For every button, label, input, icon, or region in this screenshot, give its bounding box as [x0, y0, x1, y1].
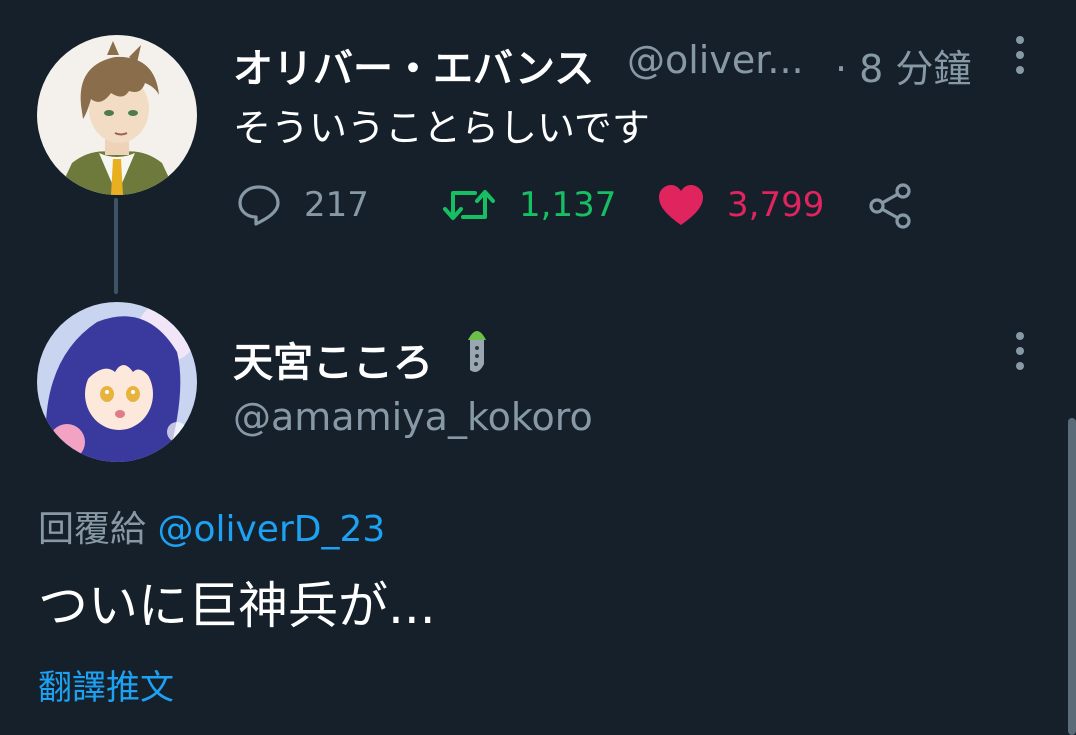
retweet-count: 1,137	[519, 185, 617, 225]
tweet1-more-icon[interactable]	[1015, 36, 1025, 74]
tweet1-handle[interactable]: @oliver...	[627, 38, 804, 82]
reply-count: 217	[304, 185, 369, 225]
translate-tweet-link[interactable]: 翻譯推文	[38, 660, 174, 709]
reply-button[interactable]: 217	[236, 183, 369, 227]
like-count: 3,799	[727, 185, 825, 225]
tweet2-handle[interactable]: @amamiya_kokoro	[233, 395, 593, 439]
speech-bubble-icon	[238, 185, 280, 226]
share-button[interactable]	[867, 183, 915, 229]
scrollbar[interactable]	[1068, 418, 1076, 735]
tweet1-display-name[interactable]: オリバー・エバンス	[233, 36, 594, 94]
reply-prefix: 回覆給	[38, 509, 147, 550]
avatar-oliver-image	[37, 35, 197, 195]
tweet1-text: そういうことらしいです	[233, 106, 650, 150]
retweet-button[interactable]: 1,137	[441, 183, 616, 227]
avatar-oliver[interactable]	[37, 35, 197, 195]
tweet2-more-icon[interactable]	[1015, 332, 1025, 370]
tweet2-display-name[interactable]: 天宮こころ	[233, 330, 433, 388]
reply-mention-link[interactable]: @oliverD_23	[157, 509, 385, 550]
share-nodes-icon	[869, 183, 911, 229]
sprout-badge-icon	[462, 324, 492, 380]
like-button[interactable]: 3,799	[657, 183, 824, 227]
avatar-kokoro[interactable]	[37, 302, 197, 462]
replying-to-line: 回覆給 @oliverD_23	[38, 500, 385, 552]
tweet2-text: ついに巨神兵が...	[38, 577, 436, 635]
tweet1-timestamp[interactable]: · 8 分鐘	[835, 38, 971, 93]
thread-connector-line	[114, 198, 118, 294]
retweet-arrows-icon	[443, 190, 495, 220]
avatar-kokoro-image	[37, 302, 197, 462]
heart-icon	[659, 185, 703, 225]
